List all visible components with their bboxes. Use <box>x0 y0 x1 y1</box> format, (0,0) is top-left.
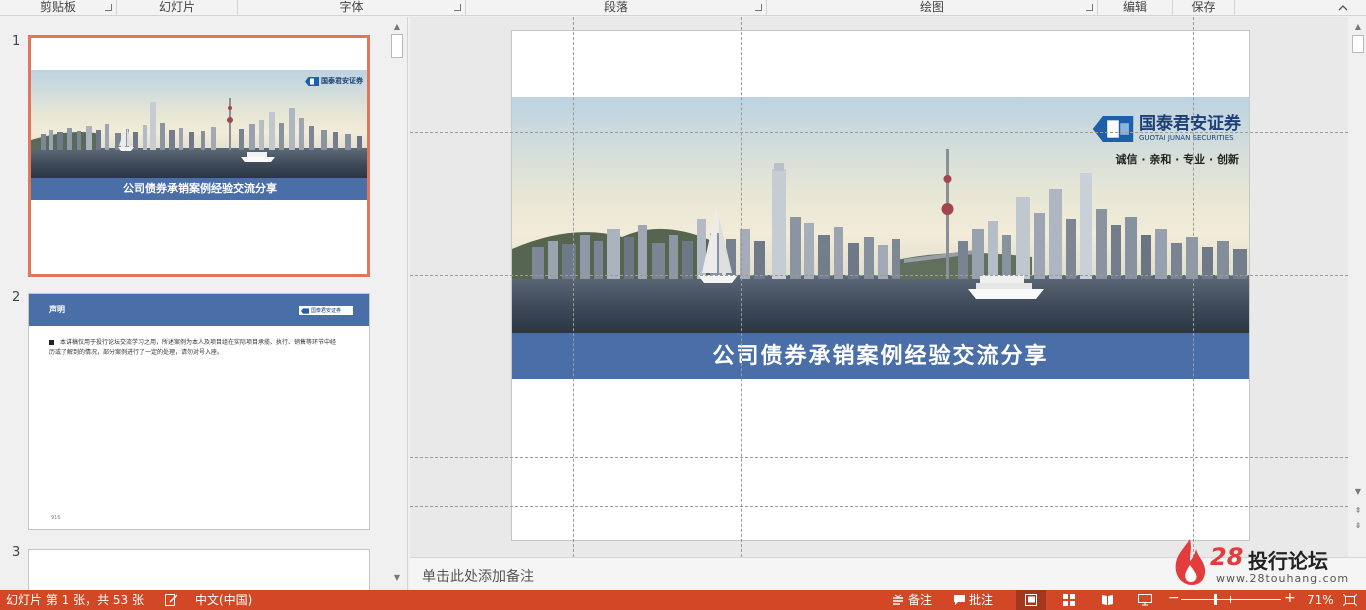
ribbon-group-slides: 幻灯片 <box>117 0 238 16</box>
guotai-junan-logo-icon <box>1092 115 1134 142</box>
watermark-number: 28 <box>1210 543 1244 571</box>
company-logo: 国泰君安证券 <box>299 306 353 315</box>
ribbon-group-paragraph: 段落 <box>466 0 767 16</box>
ribbon-group-labels: 剪贴板 幻灯片 字体 段落 绘图 编辑 保存 <box>0 0 1366 16</box>
logo-english-name: GUOTAI JUNAN SECURITIES <box>1139 134 1234 142</box>
thumbnail-number: 2 <box>12 290 21 305</box>
ribbon-group-label: 保存 <box>1191 0 1216 14</box>
ferry-image <box>968 275 1044 299</box>
thumbnail-title-banner: 公司债券承销案例经验交流分享 <box>31 178 367 200</box>
declaration-body: 本讲稿仅用于投行论坛交流学习之用，所述案例为本人及项目组在实际项目承揽、执行、销… <box>49 338 341 358</box>
declaration-header: 声明 国泰君安证券 <box>29 294 369 326</box>
scroll-up-icon[interactable]: ▲ <box>391 21 403 33</box>
ribbon-group-label: 绘图 <box>919 0 944 14</box>
city-skyline-image <box>512 149 1247 279</box>
dialog-launcher-icon[interactable] <box>105 4 112 11</box>
slide-title-banner[interactable]: 公司债券承销案例经验交流分享 <box>512 333 1249 379</box>
fit-to-window-icon[interactable] <box>1343 594 1357 606</box>
flame-logo-icon <box>1175 539 1206 585</box>
ribbon-group-label: 幻灯片 <box>158 0 195 14</box>
zoom-slider-handle[interactable] <box>1213 594 1217 605</box>
previous-slide-icon[interactable]: ⇞ <box>1352 505 1364 517</box>
ribbon-group-label: 字体 <box>339 0 364 14</box>
ribbon-group-font: 字体 <box>238 0 466 16</box>
city-skyline-image <box>31 98 362 150</box>
reading-view-icon[interactable] <box>1101 594 1114 606</box>
slide-scrollbar[interactable]: ▲ ▼ ⇞ ⇟ <box>1350 17 1366 557</box>
status-bar: 幻灯片 第 1 张，共 53 张 中文(中国) 备注 批注 − + 71% <box>0 590 1366 610</box>
notes-toggle[interactable]: 备注 <box>908 593 932 607</box>
logo-text: 国泰君安证券 <box>321 77 363 85</box>
scroll-down-icon[interactable]: ▼ <box>1352 486 1364 498</box>
declaration-text: 本讲稿仅用于投行论坛交流学习之用，所述案例为本人及项目组在实际项目承揽、执行、销… <box>49 339 337 356</box>
ribbon-group-save: 保存 <box>1173 0 1235 16</box>
sailboat-image <box>118 124 134 151</box>
company-logo: 国泰君安证券 <box>305 76 363 86</box>
company-logo: 国泰君安证券 GUOTAI JUNAN SECURITIES <box>1091 115 1241 142</box>
guide-line <box>741 17 742 557</box>
ribbon-group-label: 剪贴板 <box>39 0 76 14</box>
zoom-out-button[interactable]: − <box>1168 591 1180 605</box>
guide-line <box>573 17 574 557</box>
guide-line <box>410 457 1348 458</box>
declaration-title: 声明 <box>49 305 65 314</box>
sailboat-image <box>698 205 738 283</box>
scroll-up-icon[interactable]: ▲ <box>1352 21 1364 33</box>
notes-icon[interactable] <box>892 594 904 606</box>
comments-toggle[interactable]: 批注 <box>969 593 993 607</box>
current-slide[interactable]: 国泰君安证券 GUOTAI JUNAN SECURITIES 诚信 · 亲和 ·… <box>511 30 1250 541</box>
spell-check-icon[interactable] <box>165 594 178 606</box>
ribbon-group-clipboard: 剪贴板 <box>0 0 117 16</box>
guide-line <box>410 506 1348 507</box>
zoom-in-button[interactable]: + <box>1284 591 1296 605</box>
dialog-launcher-icon[interactable] <box>1086 4 1093 11</box>
company-slogan: 诚信 · 亲和 · 专业 · 创新 <box>1115 153 1239 166</box>
forum-watermark: 28 投行论坛 www.28touhang.com <box>1172 537 1348 589</box>
ferry-image <box>241 152 275 162</box>
scroll-thumb[interactable] <box>391 34 403 58</box>
zoom-slider[interactable] <box>1181 594 1281 605</box>
scroll-down-icon[interactable]: ▼ <box>391 572 403 584</box>
watermark-url: www.28touhang.com <box>1216 572 1350 585</box>
comments-icon[interactable] <box>953 594 966 606</box>
slide-show-icon[interactable] <box>1138 594 1152 606</box>
slide-thumbnail-pane: 1 国泰君安证券 公司债券承销案例经验交流分享 2 声明 国泰君安证券 本讲稿仅… <box>0 17 408 590</box>
zoom-slider-center-tick <box>1230 596 1231 603</box>
thumbnail-number: 3 <box>12 545 21 560</box>
collapse-ribbon-icon[interactable] <box>1338 3 1348 13</box>
zoom-level[interactable]: 71% <box>1307 593 1334 607</box>
slide-counter[interactable]: 幻灯片 第 1 张，共 53 张 <box>6 593 144 607</box>
normal-view-icon <box>1025 594 1037 606</box>
dialog-launcher-icon[interactable] <box>755 4 762 11</box>
slide-thumbnail-1[interactable]: 国泰君安证券 公司债券承销案例经验交流分享 <box>28 35 370 277</box>
thumbnail-scrollbar[interactable]: ▲ ▼ <box>389 17 405 590</box>
slide-thumbnail-3[interactable] <box>28 549 370 590</box>
guide-line <box>1193 17 1194 557</box>
watermark-text: 投行论坛 <box>1248 549 1328 573</box>
slide-editing-area[interactable]: 国泰君安证券 GUOTAI JUNAN SECURITIES 诚信 · 亲和 ·… <box>410 17 1348 557</box>
ribbon-group-drawing: 绘图 <box>767 0 1098 16</box>
dialog-launcher-icon[interactable] <box>454 4 461 11</box>
slide-sorter-view-icon[interactable] <box>1063 594 1076 606</box>
ribbon-group-label: 段落 <box>603 0 628 14</box>
notes-placeholder[interactable]: 单击此处添加备注 <box>422 566 534 586</box>
ribbon-group-label: 编辑 <box>1122 0 1147 14</box>
language-indicator[interactable]: 中文(中国) <box>195 593 252 607</box>
logo-text: 国泰君安证券 <box>311 308 342 314</box>
slide-thumbnail-2[interactable]: 声明 国泰君安证券 本讲稿仅用于投行论坛交流学习之用，所述案例为本人及项目组在实… <box>28 293 370 530</box>
guide-line <box>410 132 1348 133</box>
normal-view-button[interactable] <box>1016 590 1046 610</box>
next-slide-icon[interactable]: ⇟ <box>1352 520 1364 532</box>
skyline-photo: 国泰君安证券 <box>31 70 367 178</box>
guide-line <box>410 275 1348 276</box>
bullet-icon <box>49 340 54 345</box>
ribbon-group-editing: 编辑 <box>1098 0 1173 16</box>
page-footer: 916 <box>51 515 61 521</box>
scroll-thumb[interactable] <box>1352 35 1364 53</box>
thumbnail-number: 1 <box>12 34 21 49</box>
